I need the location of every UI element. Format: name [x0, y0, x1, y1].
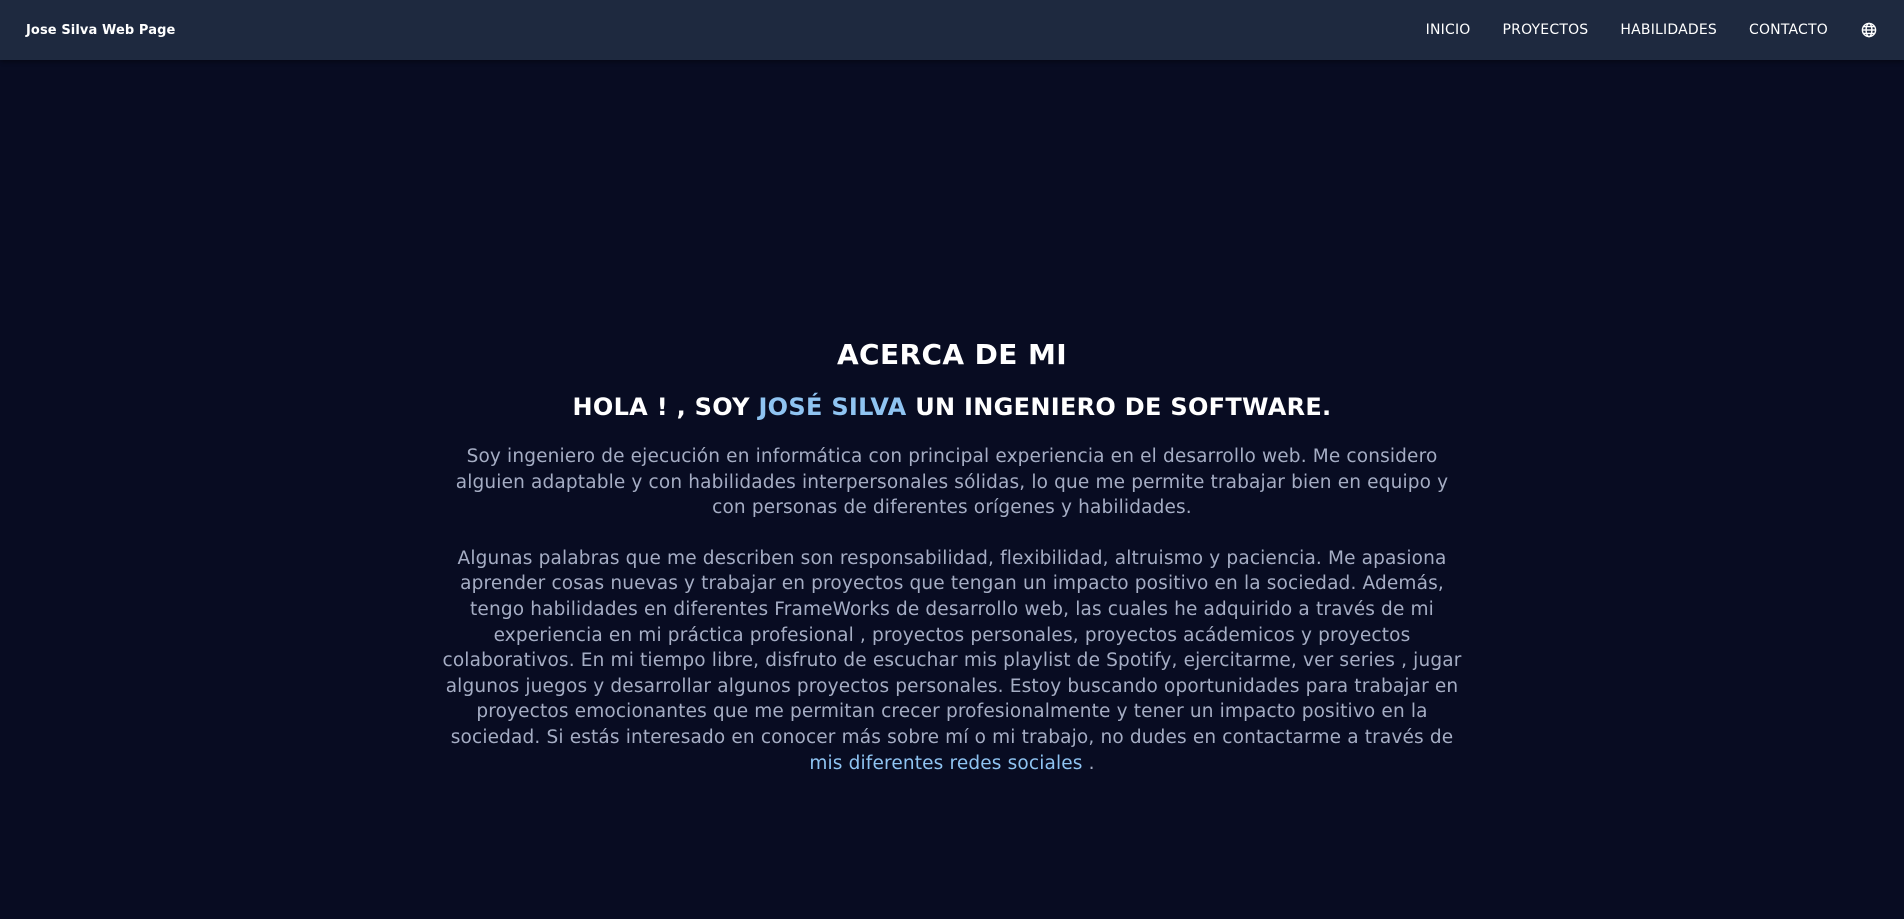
about-paragraph-2-end: . — [1082, 752, 1095, 774]
language-button[interactable] — [1860, 21, 1878, 39]
nav-link-proyectos[interactable]: PROYECTOS — [1503, 22, 1589, 38]
greeting-name: JOSÉ SILVA — [758, 393, 907, 421]
about-paragraph-2: Algunas palabras que me describen son re… — [440, 546, 1464, 776]
nav-link-habilidades[interactable]: HABILIDADES — [1620, 22, 1717, 38]
about-section: ACERCA DE MI HOLA ! , SOY JOSÉ SILVA UN … — [440, 338, 1464, 776]
nav-links: INICIO PROYECTOS HABILIDADES CONTACTO — [1426, 21, 1878, 39]
nav-link-contacto[interactable]: CONTACTO — [1749, 22, 1828, 38]
main-content: ACERCA DE MI HOLA ! , SOY JOSÉ SILVA UN … — [0, 60, 1904, 919]
about-paragraph-1: Soy ingeniero de ejecución en informátic… — [455, 446, 1449, 519]
nav-link-inicio[interactable]: INICIO — [1426, 22, 1471, 38]
section-title: ACERCA DE MI — [836, 338, 1068, 371]
greeting-heading: HOLA ! , SOY JOSÉ SILVA UN INGENIERO DE … — [440, 392, 1464, 422]
greeting-prefix: HOLA ! , SOY — [572, 393, 759, 421]
globe-icon — [1861, 22, 1877, 38]
navbar: Jose Silva Web Page INICIO PROYECTOS HAB… — [0, 0, 1904, 60]
social-networks-link[interactable]: mis diferentes redes sociales — [809, 753, 1082, 774]
brand-title[interactable]: Jose Silva Web Page — [26, 23, 175, 38]
about-paragraph-2-text: Algunas palabras que me describen son re… — [442, 547, 1462, 748]
greeting-suffix: UN INGENIERO DE SOFTWARE. — [906, 393, 1332, 421]
